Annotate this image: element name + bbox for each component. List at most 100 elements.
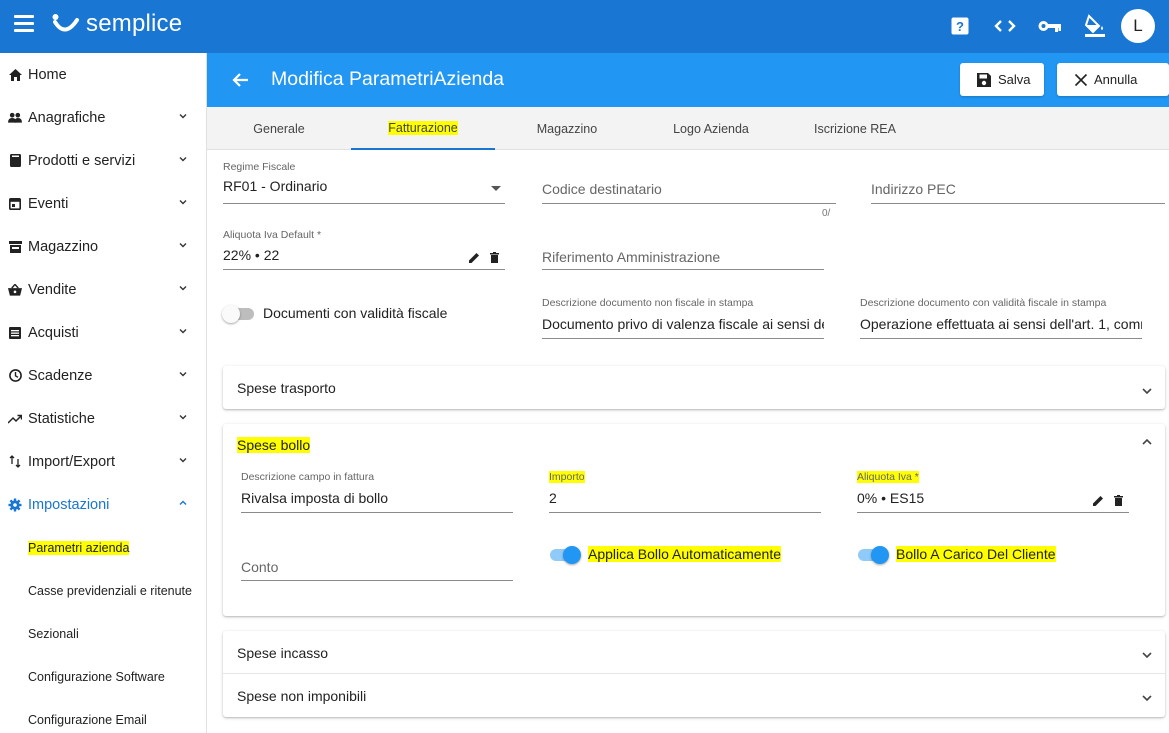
bollo-carico-cliente-toggle[interactable] (856, 545, 890, 565)
panel-title: Spese trasporto (237, 380, 336, 396)
sidebar-item-label: Prodotti e servizi (28, 152, 136, 169)
paint-bucket-icon[interactable] (1083, 14, 1107, 38)
chevron-down-icon[interactable] (178, 197, 188, 207)
sidebar-item-label: Magazzino (28, 238, 99, 255)
applica-bollo-label: Applica Bollo Automaticamente (588, 546, 781, 562)
sidebar-subitem-label: Casse previdenziali e ritenute (28, 583, 192, 598)
svg-text:?: ? (956, 19, 964, 34)
documenti-validita-toggle[interactable] (222, 304, 256, 324)
aliquota-iva-bollo-field[interactable]: Aliquota Iva * 0% • ES15 (857, 471, 1129, 513)
panel-title[interactable]: Spese bollo (237, 437, 311, 453)
logo-smile-icon (52, 14, 79, 32)
page-header: Modifica ParametriAzienda Salva Annulla (207, 53, 1169, 107)
delete-icon[interactable] (1114, 495, 1123, 506)
panel-spese-bollo: Spese bollo Descrizione campo in fattura… (223, 424, 1165, 616)
chevron-down-icon[interactable] (178, 412, 188, 422)
descrizione-non-fiscale-field[interactable]: Descrizione documento non fiscale in sta… (542, 297, 824, 339)
descrizione-non-fiscale-label: Descrizione documento non fiscale in sta… (542, 297, 754, 309)
indirizzo-pec-field[interactable]: Indirizzo PEC (871, 161, 1165, 204)
chevron-up-icon[interactable] (1141, 436, 1153, 448)
sidebar-subitem-sezionali[interactable]: Sezionali (0, 612, 206, 655)
panel-spese-incasso[interactable]: Spese incasso (223, 631, 1165, 674)
chevron-down-icon[interactable] (178, 154, 188, 164)
tab-label: Magazzino (536, 121, 598, 136)
regime-fiscale-select[interactable]: Regime Fiscale RF01 - Ordinario (223, 161, 505, 204)
chevron-down-icon[interactable] (178, 455, 188, 465)
tab-label: Logo Azienda (673, 121, 749, 136)
sidebar-item-acquisti[interactable]: Acquisti (0, 311, 206, 354)
sidebar-subitem-configurazione-software[interactable]: Configurazione Software (0, 655, 206, 698)
sidebar-item-prodotti[interactable]: Prodotti e servizi (0, 139, 206, 182)
key-icon[interactable] (1038, 14, 1062, 38)
gear-icon (8, 498, 22, 512)
chevron-down-icon[interactable] (178, 326, 188, 336)
chevron-down-icon[interactable] (1141, 649, 1153, 661)
conto-field[interactable]: Conto (241, 541, 513, 581)
sidebar-item-anagrafiche[interactable]: Anagrafiche (0, 96, 206, 139)
cancel-button[interactable]: Annulla (1057, 63, 1169, 96)
regime-fiscale-value: RF01 - Ordinario (223, 178, 328, 194)
documenti-validita-label: Documenti con validità fiscale (263, 305, 448, 321)
applica-bollo-toggle[interactable] (548, 545, 582, 565)
chevron-down-icon[interactable] (178, 240, 188, 250)
sidebar-item-home[interactable]: Home (0, 53, 206, 96)
codice-destinatario-field[interactable]: Codice destinatario (542, 161, 836, 204)
back-arrow-icon[interactable] (231, 70, 251, 90)
tab-generale[interactable]: Generale (207, 107, 351, 150)
aliquota-iva-default-field[interactable]: Aliquota Iva Default * 22% • 22 (223, 229, 505, 270)
trending-icon (8, 412, 22, 426)
sidebar-subitem-configurazione-email[interactable]: Configurazione Email (0, 698, 206, 733)
top-app-bar: semplice ? L (0, 0, 1169, 53)
descrizione-bollo-field[interactable]: Descrizione campo in fattura Rivalsa imp… (241, 471, 513, 513)
dropdown-arrow-icon[interactable] (491, 186, 501, 192)
sidebar-item-vendite[interactable]: Vendite (0, 268, 206, 311)
avatar[interactable]: L (1121, 9, 1155, 43)
edit-icon[interactable] (1093, 495, 1104, 506)
indirizzo-pec-placeholder: Indirizzo PEC (871, 181, 956, 197)
tab-iscrizione-rea[interactable]: Iscrizione REA (783, 107, 927, 150)
panel-spese-non-imponibili[interactable]: Spese non imponibili (223, 674, 1165, 717)
tab-logo-azienda[interactable]: Logo Azienda (639, 107, 783, 150)
people-icon (8, 111, 22, 125)
app-logo[interactable]: semplice (52, 9, 182, 39)
sidebar-item-label: Statistiche (28, 410, 95, 427)
descrizione-fiscale-field[interactable]: Descrizione documento con validità fisca… (860, 297, 1142, 339)
chevron-down-icon[interactable] (1141, 692, 1153, 704)
sidebar-item-label: Eventi (28, 195, 69, 212)
sidebar-item-impostazioni[interactable]: Impostazioni (0, 483, 206, 526)
save-button[interactable]: Salva (960, 63, 1044, 96)
sidebar-item-import-export[interactable]: Import/Export (0, 440, 206, 483)
sidebar-subitem-casse-previdenziali[interactable]: Casse previdenziali e ritenute (0, 569, 206, 612)
aliquota-iva-default-label: Aliquota Iva Default * (223, 229, 322, 241)
help-icon[interactable]: ? (948, 14, 972, 38)
edit-icon[interactable] (469, 252, 480, 263)
chevron-down-icon[interactable] (178, 369, 188, 379)
sidebar-item-scadenze[interactable]: Scadenze (0, 354, 206, 397)
tab-magazzino[interactable]: Magazzino (495, 107, 639, 150)
regime-fiscale-label: Regime Fiscale (223, 161, 296, 173)
chevron-up-icon[interactable] (178, 498, 188, 508)
save-icon (977, 72, 991, 87)
chevron-down-icon[interactable] (1141, 385, 1153, 397)
panel-spese-trasporto[interactable]: Spese trasporto (223, 366, 1165, 409)
riferimento-amministrazione-placeholder: Riferimento Amministrazione (542, 249, 721, 265)
importo-field[interactable]: Importo 2 (549, 471, 821, 513)
sidebar-item-statistiche[interactable]: Statistiche (0, 397, 206, 440)
book-icon (8, 154, 22, 168)
sidebar-item-eventi[interactable]: Eventi (0, 182, 206, 225)
chevron-down-icon[interactable] (178, 111, 188, 121)
menu-icon[interactable] (14, 15, 34, 33)
descrizione-bollo-label: Descrizione campo in fattura (241, 471, 375, 483)
char-counter: 0/ (822, 208, 831, 219)
chevron-down-icon[interactable] (178, 283, 188, 293)
riferimento-amministrazione-field[interactable]: Riferimento Amministrazione (542, 229, 824, 270)
conto-placeholder: Conto (241, 559, 279, 575)
sidebar-item-magazzino[interactable]: Magazzino (0, 225, 206, 268)
tab-fatturazione[interactable]: Fatturazione (351, 107, 495, 150)
calendar-icon (8, 197, 22, 211)
home-icon (8, 68, 22, 82)
code-icon[interactable] (993, 14, 1017, 38)
tab-label: Iscrizione REA (814, 121, 896, 136)
delete-icon[interactable] (490, 252, 499, 263)
sidebar-subitem-parametri-azienda[interactable]: Parametri azienda (0, 526, 206, 569)
